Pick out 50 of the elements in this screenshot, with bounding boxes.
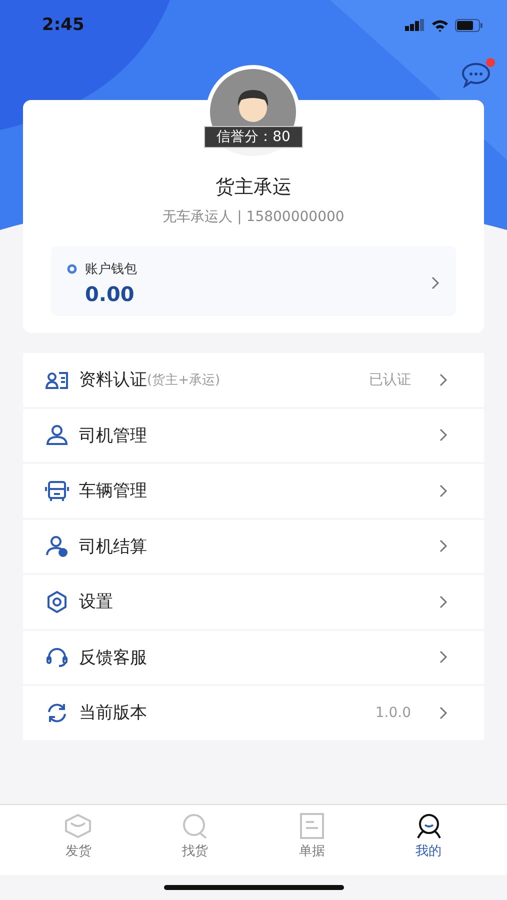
chevron-right-icon xyxy=(439,650,448,664)
chevron-right-icon xyxy=(439,706,448,720)
bus-icon xyxy=(45,478,69,503)
wallet-amount: 0.00 xyxy=(85,282,136,306)
document-icon xyxy=(298,813,326,839)
wifi-icon xyxy=(431,18,449,32)
gear-icon xyxy=(45,590,69,614)
menu-label: 设置 xyxy=(79,591,113,614)
chevron-right-icon xyxy=(431,276,440,290)
status-time: 2:45 xyxy=(42,15,84,35)
wallet-row[interactable]: 账户钱包 0.00 xyxy=(51,246,456,316)
menu-note: (货主+承运) xyxy=(147,372,220,389)
tab[interactable]: 我的 xyxy=(398,813,459,875)
menu-value: 已认证 xyxy=(369,370,411,389)
menu-item[interactable]: 当前版本 1.0.0 xyxy=(23,686,484,740)
cube-icon xyxy=(64,813,92,839)
credit-score: 信誉分：80 xyxy=(204,126,304,148)
menu-label: 车辆管理 xyxy=(79,480,147,502)
chevron-right-icon xyxy=(439,484,448,498)
user-name: 货主承运 xyxy=(216,175,292,200)
tab[interactable]: 发货 xyxy=(48,813,108,875)
chevron-right-icon xyxy=(439,428,448,442)
headset-icon xyxy=(45,645,69,670)
menu-item[interactable]: 车辆管理 xyxy=(23,464,484,518)
wallet-label: 账户钱包 xyxy=(85,261,137,278)
signal-icon xyxy=(405,19,425,31)
menu-label: 司机结算 xyxy=(79,536,147,558)
chevron-right-icon xyxy=(439,594,448,609)
ring-icon xyxy=(67,264,77,274)
menu-label: 资料认证 xyxy=(79,369,147,392)
person-icon xyxy=(45,423,69,448)
chat-icon[interactable] xyxy=(461,62,491,88)
menu-value: 1.0.0 xyxy=(375,704,411,721)
person-badge-icon xyxy=(45,534,69,558)
menu-item[interactable]: 设置 xyxy=(23,575,484,628)
menu-label: 反馈客服 xyxy=(79,646,147,669)
person-icon xyxy=(414,813,443,839)
menu-label: 当前版本 xyxy=(79,702,147,724)
chevron-right-icon xyxy=(439,539,448,554)
menu-item[interactable]: 资料认证(货主+承运) 已认证 xyxy=(23,353,484,406)
menu-item[interactable]: 反馈客服 xyxy=(23,630,484,684)
chevron-right-icon xyxy=(439,372,448,387)
battery-icon xyxy=(455,18,483,32)
menu-item[interactable]: 司机结算 xyxy=(23,520,484,573)
search-icon xyxy=(181,813,210,839)
menu-label: 司机管理 xyxy=(79,424,147,447)
tab[interactable]: 找货 xyxy=(165,813,226,875)
tab[interactable]: 单据 xyxy=(282,813,342,875)
menu-item[interactable]: 司机管理 xyxy=(23,408,484,462)
user-role-phone: 无车承运人 | 15800000000 xyxy=(162,208,344,226)
